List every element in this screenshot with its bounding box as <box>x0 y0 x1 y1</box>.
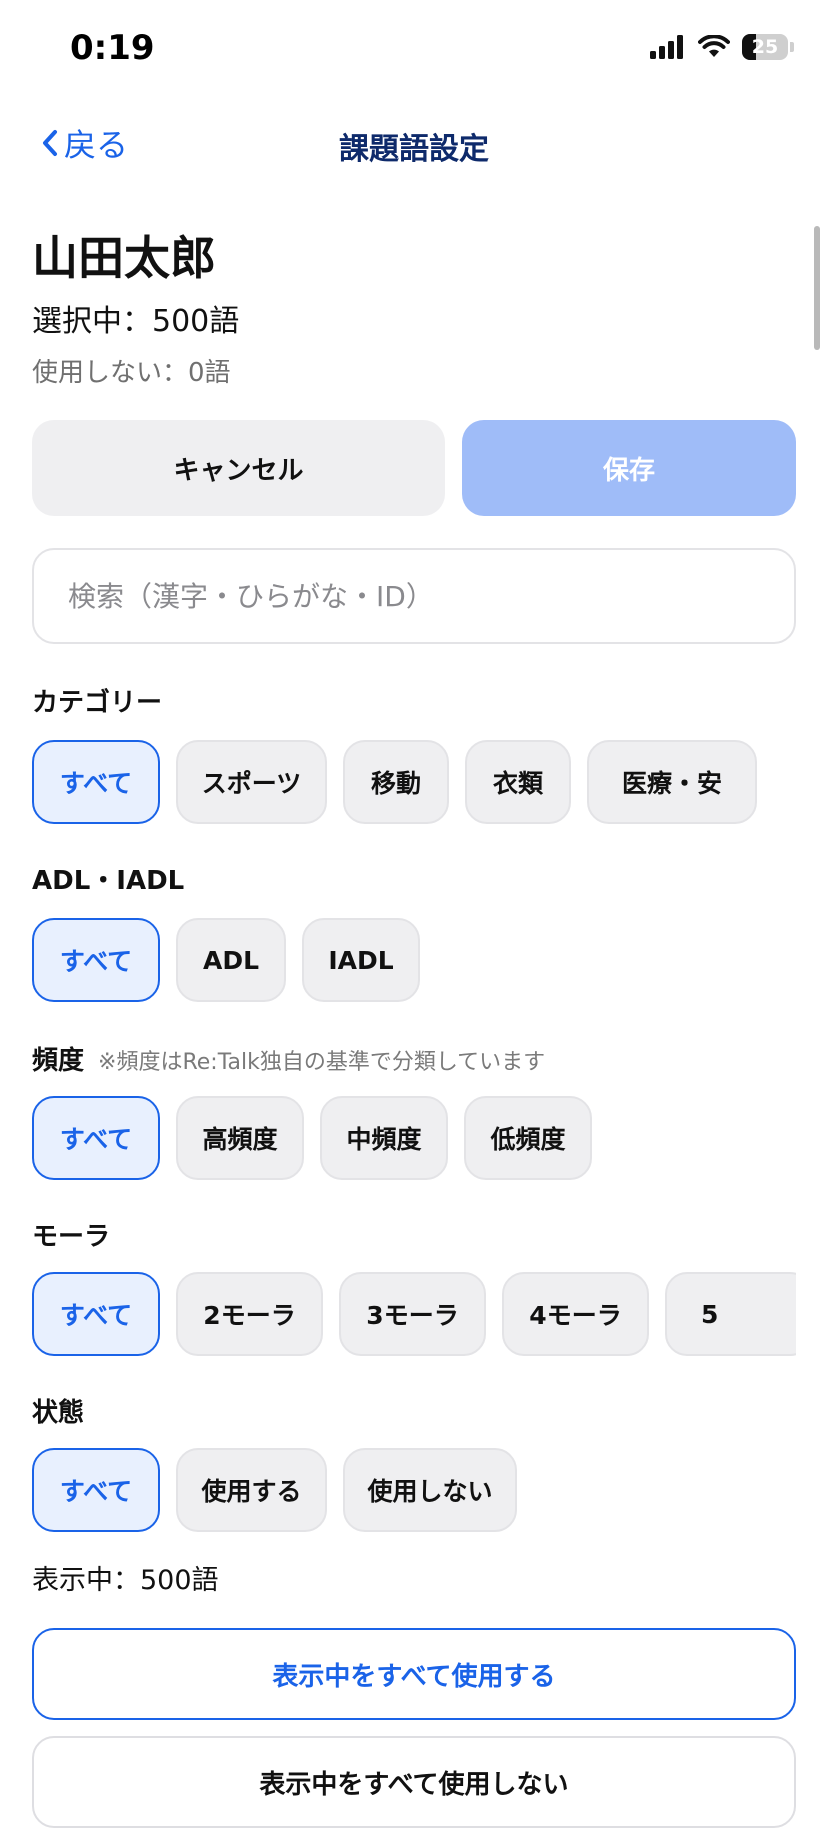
frequency-label: 頻度 ※頻度はRe:Talk独自の基準で分類しています <box>32 1040 545 1077</box>
chip-mora-all[interactable]: すべて <box>32 1272 160 1356</box>
chip-state-used[interactable]: 使用する <box>176 1448 327 1532</box>
chip-state-all[interactable]: すべて <box>32 1448 160 1532</box>
page-title: 課題語設定 <box>339 132 489 167</box>
user-name: 山田太郎 <box>32 231 216 285</box>
status-bar: 0:19 25 <box>0 0 828 100</box>
chip-mora-2[interactable]: 2モーラ <box>176 1272 323 1356</box>
use-all-button[interactable]: 表示中をすべて使用する <box>32 1628 796 1720</box>
state-chips: すべて 使用する 使用しない <box>32 1448 796 1536</box>
chip-adl-all[interactable]: すべて <box>32 918 160 1002</box>
chip-adl[interactable]: ADL <box>176 918 286 1002</box>
unused-count: 使用しない：0語 <box>32 358 231 388</box>
frequency-title: 頻度 <box>32 1046 85 1076</box>
scroll-indicator[interactable] <box>814 226 820 350</box>
mora-chips: すべて 2モーラ 3モーラ 4モーラ 5 <box>32 1272 796 1360</box>
chip-mora-3[interactable]: 3モーラ <box>339 1272 486 1356</box>
chip-state-unused[interactable]: 使用しない <box>343 1448 517 1532</box>
showing-count: 表示中：500語 <box>32 1565 219 1596</box>
frequency-chips: すべて 高頻度 中頻度 低頻度 <box>32 1096 796 1184</box>
selected-count: 選択中：500語 <box>32 304 240 339</box>
frequency-note: ※頻度はRe:Talk独自の基準で分類しています <box>98 1050 546 1075</box>
chip-frequency-low[interactable]: 低頻度 <box>464 1096 592 1180</box>
status-icons: 25 <box>650 34 794 60</box>
action-row: キャンセル 保存 <box>32 420 796 516</box>
state-label: 状態 <box>32 1398 85 1428</box>
chip-category-all[interactable]: すべて <box>32 740 160 824</box>
chip-mora-4[interactable]: 4モーラ <box>502 1272 649 1356</box>
chip-iadl[interactable]: IADL <box>302 918 420 1002</box>
chip-category-medical[interactable]: 医療・安 <box>587 740 757 824</box>
save-button[interactable]: 保存 <box>462 420 796 516</box>
adl-label: ADL・IADL <box>32 866 185 896</box>
battery-level: 25 <box>751 36 779 58</box>
chip-category-movement[interactable]: 移動 <box>343 740 449 824</box>
signal-icon <box>650 35 683 59</box>
chip-mora-5[interactable]: 5 <box>665 1272 796 1356</box>
wifi-icon <box>698 35 730 57</box>
chip-category-clothing[interactable]: 衣類 <box>465 740 571 824</box>
category-label: カテゴリー <box>32 688 163 718</box>
adl-chips: すべて ADL IADL <box>32 918 796 1006</box>
status-time: 0:19 <box>70 28 155 68</box>
search-input[interactable] <box>34 550 794 642</box>
mora-label: モーラ <box>32 1222 111 1252</box>
category-chips: すべて スポーツ 移動 衣類 医療・安 <box>32 740 796 828</box>
chip-frequency-medium[interactable]: 中頻度 <box>320 1096 448 1180</box>
search-field <box>32 548 796 644</box>
chip-frequency-high[interactable]: 高頻度 <box>176 1096 304 1180</box>
unuse-all-button[interactable]: 表示中をすべて使用しない <box>32 1736 796 1828</box>
battery-icon: 25 <box>742 34 788 60</box>
battery-nub <box>790 42 794 52</box>
cancel-button[interactable]: キャンセル <box>32 420 445 516</box>
chip-frequency-all[interactable]: すべて <box>32 1096 160 1180</box>
chip-category-sports[interactable]: スポーツ <box>176 740 327 824</box>
